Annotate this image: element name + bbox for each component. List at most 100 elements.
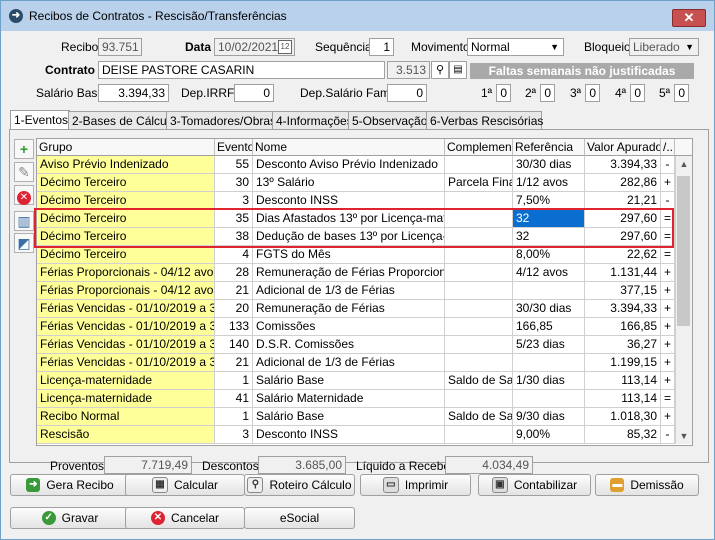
close-button[interactable]: ✕ bbox=[672, 9, 706, 27]
week-3-field[interactable]: 0 bbox=[585, 84, 600, 102]
cell-evento[interactable]: 21 bbox=[215, 282, 253, 300]
cell-ref[interactable]: 30/30 dias bbox=[513, 156, 585, 174]
cell-evento[interactable]: 133 bbox=[215, 318, 253, 336]
week-4-field[interactable]: 0 bbox=[630, 84, 645, 102]
cell-nome[interactable]: Adicional de 1/3 de Férias bbox=[253, 354, 445, 372]
cell-ref[interactable]: 9,00% bbox=[513, 426, 585, 444]
demissao-button[interactable]: ▬ Demissão bbox=[595, 474, 699, 496]
cell-valor[interactable]: 85,32 bbox=[585, 426, 661, 444]
cell-ref[interactable]: 166,85 bbox=[513, 318, 585, 336]
table-row[interactable]: Férias Vencidas - 01/10/2019 a 30/09/202… bbox=[37, 318, 675, 336]
cell-comp[interactable]: Parcela Final bbox=[445, 174, 513, 192]
cell-evento[interactable]: 30 bbox=[215, 174, 253, 192]
tab-tomadores-obras[interactable]: 3-Tomadores/Obras bbox=[166, 111, 276, 130]
cell-comp[interactable] bbox=[445, 300, 513, 318]
cell-grupo[interactable]: Décimo Terceiro bbox=[37, 246, 215, 264]
col-evento[interactable]: Evento bbox=[215, 139, 253, 156]
cell-valor[interactable]: 22,62 bbox=[585, 246, 661, 264]
cell-nome[interactable]: Salário Base bbox=[253, 408, 445, 426]
tab-eventos[interactable]: 1-Eventos bbox=[10, 110, 70, 131]
cell-comp[interactable]: Saldo de Salário bbox=[445, 408, 513, 426]
cell-sinal[interactable]: + bbox=[661, 174, 675, 192]
chevron-down-icon[interactable]: ▼ bbox=[676, 428, 692, 444]
gera-recibo-button[interactable]: ➜ Gera Recibo bbox=[10, 474, 130, 496]
cell-sinal[interactable]: + bbox=[661, 372, 675, 390]
cell-grupo[interactable]: Férias Proporcionais - 04/12 avos bbox=[37, 264, 215, 282]
eventos-grid[interactable]: Grupo Evento Nome Complemento Referência… bbox=[36, 138, 693, 446]
table-row[interactable]: Férias Vencidas - 01/10/2019 a 30/09/202… bbox=[37, 354, 675, 372]
calendar-icon[interactable]: 12 bbox=[278, 40, 292, 54]
cell-grupo[interactable]: Décimo Terceiro bbox=[37, 174, 215, 192]
cell-grupo[interactable]: Licença-maternidade bbox=[37, 390, 215, 408]
cell-ref[interactable]: 9/30 dias bbox=[513, 408, 585, 426]
contrato-field[interactable]: DEISE PASTORE CASARIN bbox=[98, 61, 385, 79]
cell-comp[interactable] bbox=[445, 282, 513, 300]
cell-ref[interactable]: 1/30 dias bbox=[513, 372, 585, 390]
col-referencia[interactable]: Referência bbox=[513, 139, 585, 156]
irrf-field[interactable]: 0 bbox=[234, 84, 274, 102]
col-sinal[interactable]: /... bbox=[661, 139, 675, 156]
cell-evento[interactable]: 1 bbox=[215, 408, 253, 426]
table-row[interactable]: Aviso Prévio Indenizado 55 Desconto Aviso … bbox=[37, 156, 675, 174]
cell-sinal[interactable]: + bbox=[661, 300, 675, 318]
cell-evento[interactable]: 41 bbox=[215, 390, 253, 408]
cell-nome[interactable]: Salário Maternidade bbox=[253, 390, 445, 408]
chevron-down-icon[interactable]: ▼ bbox=[550, 40, 559, 54]
cell-sinal[interactable]: = bbox=[661, 246, 675, 264]
cell-valor[interactable]: 282,86 bbox=[585, 174, 661, 192]
cell-comp[interactable] bbox=[445, 426, 513, 444]
table-row[interactable]: Férias Vencidas - 01/10/2019 a 30/09/202… bbox=[37, 336, 675, 354]
edit-grid-icon[interactable]: ◩ bbox=[14, 233, 34, 253]
cell-valor[interactable]: 377,15 bbox=[585, 282, 661, 300]
movimento-select[interactable]: Normal ▼ bbox=[467, 38, 564, 56]
recibo-field[interactable]: 93.751 bbox=[98, 38, 142, 56]
table-row[interactable]: Férias Proporcionais - 04/12 avos 21 Adici… bbox=[37, 282, 675, 300]
cell-grupo[interactable]: Licença-maternidade bbox=[37, 372, 215, 390]
cell-sinal[interactable]: + bbox=[661, 354, 675, 372]
week-2-field[interactable]: 0 bbox=[540, 84, 555, 102]
cell-sinal[interactable]: - bbox=[661, 156, 675, 174]
col-valor[interactable]: Valor Apurado bbox=[585, 139, 661, 156]
cell-valor[interactable]: 166,85 bbox=[585, 318, 661, 336]
cell-comp[interactable] bbox=[445, 336, 513, 354]
chevron-down-icon[interactable]: ▼ bbox=[685, 40, 694, 54]
week-1-field[interactable]: 0 bbox=[496, 84, 511, 102]
cell-ref[interactable] bbox=[513, 282, 585, 300]
add-icon[interactable]: + bbox=[14, 139, 34, 159]
cell-ref[interactable] bbox=[513, 354, 585, 372]
tab-verbas-rescisorias[interactable]: 6-Verbas Rescisórias bbox=[426, 111, 543, 130]
table-row[interactable]: Décimo Terceiro 30 13º Salário Parcela Fina… bbox=[37, 174, 675, 192]
cell-valor[interactable]: 3.394,33 bbox=[585, 156, 661, 174]
cell-nome[interactable]: D.S.R. Comissões bbox=[253, 336, 445, 354]
cell-grupo[interactable]: Férias Vencidas - 01/10/2019 a 30/09/202… bbox=[37, 318, 215, 336]
cell-nome[interactable]: Adicional de 1/3 de Férias bbox=[253, 282, 445, 300]
cell-evento[interactable]: 140 bbox=[215, 336, 253, 354]
cell-nome[interactable]: Remuneração de Férias bbox=[253, 300, 445, 318]
cell-ref[interactable]: 1/12 avos bbox=[513, 174, 585, 192]
cell-comp[interactable] bbox=[445, 156, 513, 174]
tab-informacoes[interactable]: 4-Informações bbox=[272, 111, 353, 130]
cell-comp[interactable] bbox=[445, 354, 513, 372]
cell-valor[interactable]: 113,14 bbox=[585, 390, 661, 408]
table-row[interactable]: Férias Proporcionais - 04/12 avos 28 Remun… bbox=[37, 264, 675, 282]
cell-comp[interactable] bbox=[445, 318, 513, 336]
esocial-button[interactable]: eSocial bbox=[244, 507, 355, 529]
cell-ref[interactable]: 4/12 avos bbox=[513, 264, 585, 282]
col-grupo[interactable]: Grupo bbox=[37, 139, 215, 156]
cell-valor[interactable]: 3.394,33 bbox=[585, 300, 661, 318]
roteiro-calculo-button[interactable]: ⚲ Roteiro Cálculo bbox=[244, 474, 355, 496]
cell-evento[interactable]: 28 bbox=[215, 264, 253, 282]
cell-evento[interactable]: 20 bbox=[215, 300, 253, 318]
imprimir-button[interactable]: ▭ Imprimir bbox=[360, 474, 471, 496]
cell-ref[interactable]: 5/23 dias bbox=[513, 336, 585, 354]
cell-nome[interactable]: Desconto Aviso Prévio Indenizado bbox=[253, 156, 445, 174]
depsal-field[interactable]: 0 bbox=[387, 84, 427, 102]
cell-grupo[interactable]: Rescisão bbox=[37, 426, 215, 444]
table-row[interactable]: Licença-maternidade 41 Salário Maternidade… bbox=[37, 390, 675, 408]
tab-observacao[interactable]: 5-Observação bbox=[348, 111, 428, 130]
cancelar-button[interactable]: ✕ Cancelar bbox=[125, 507, 245, 529]
cell-grupo[interactable]: Férias Vencidas - 01/10/2019 a 30/09/202… bbox=[37, 336, 215, 354]
cell-comp[interactable] bbox=[445, 390, 513, 408]
sequencia-field[interactable]: 1 bbox=[369, 38, 394, 56]
cell-evento[interactable]: 3 bbox=[215, 426, 253, 444]
